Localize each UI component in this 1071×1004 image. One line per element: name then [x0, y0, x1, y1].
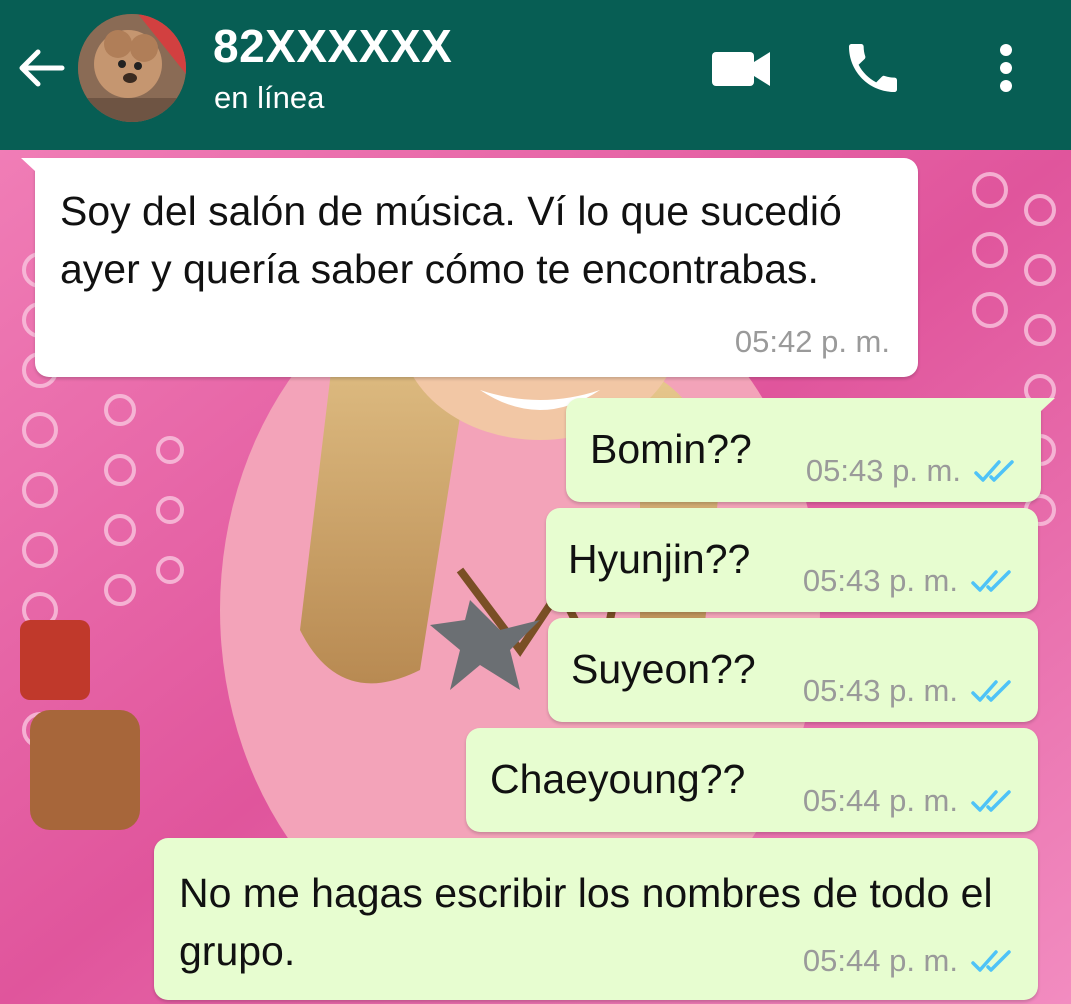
message-text: Suyeon?? [571, 646, 756, 692]
message-text: Soy del salón de música. Ví lo que suced… [60, 188, 842, 292]
message-text: Bomin?? [590, 426, 752, 472]
outgoing-message[interactable]: No me hagas escribir los nombres de todo… [154, 838, 1038, 1000]
back-arrow-icon[interactable] [14, 40, 70, 96]
double-check-icon [971, 570, 1011, 592]
message-meta: 05:43 p. m. [806, 454, 1019, 488]
incoming-message[interactable]: Soy del salón de música. Ví lo que suced… [21, 158, 918, 377]
outgoing-message[interactable]: Chaeyoung?? 05:44 p. m. [466, 728, 1038, 832]
message-meta: 05:44 p. m. [803, 944, 1016, 978]
contact-name[interactable]: 82XXXXXX [213, 20, 452, 72]
contact-status: en línea [214, 80, 325, 115]
bubble-tail [1027, 398, 1055, 424]
more-options-icon[interactable] [988, 36, 1024, 100]
double-check-icon [974, 460, 1014, 482]
message-time: 05:42 p. m. [734, 324, 890, 359]
outgoing-message[interactable]: Hyunjin?? 05:43 p. m. [546, 508, 1038, 612]
double-check-icon [971, 790, 1011, 812]
message-time: 05:43 p. m. [802, 563, 958, 598]
voice-call-icon[interactable] [840, 36, 906, 100]
message-time: 05:43 p. m. [805, 453, 961, 488]
message-text: Hyunjin?? [568, 536, 751, 582]
message-meta: 05:44 p. m. [803, 784, 1016, 818]
message-time: 05:43 p. m. [802, 673, 958, 708]
avatar[interactable] [78, 14, 186, 122]
video-call-icon[interactable] [708, 36, 776, 100]
message-meta: 05:43 p. m. [803, 564, 1016, 598]
message-text: Chaeyoung?? [490, 756, 746, 802]
double-check-icon [971, 680, 1011, 702]
chat-header: 82XXXXXX en línea [0, 0, 1071, 150]
outgoing-message[interactable]: Suyeon?? 05:43 p. m. [548, 618, 1038, 722]
bubble-tail [21, 158, 49, 184]
double-check-icon [971, 950, 1011, 972]
message-time: 05:44 p. m. [802, 943, 958, 978]
message-time: 05:44 p. m. [802, 783, 958, 818]
chat-screen: 82XXXXXX en línea Soy del salón de músic… [0, 0, 1071, 1004]
outgoing-message[interactable]: Bomin?? 05:43 p. m. [566, 398, 1055, 502]
message-meta: 05:43 p. m. [803, 674, 1016, 708]
message-meta: 05:42 p. m. [735, 325, 890, 359]
